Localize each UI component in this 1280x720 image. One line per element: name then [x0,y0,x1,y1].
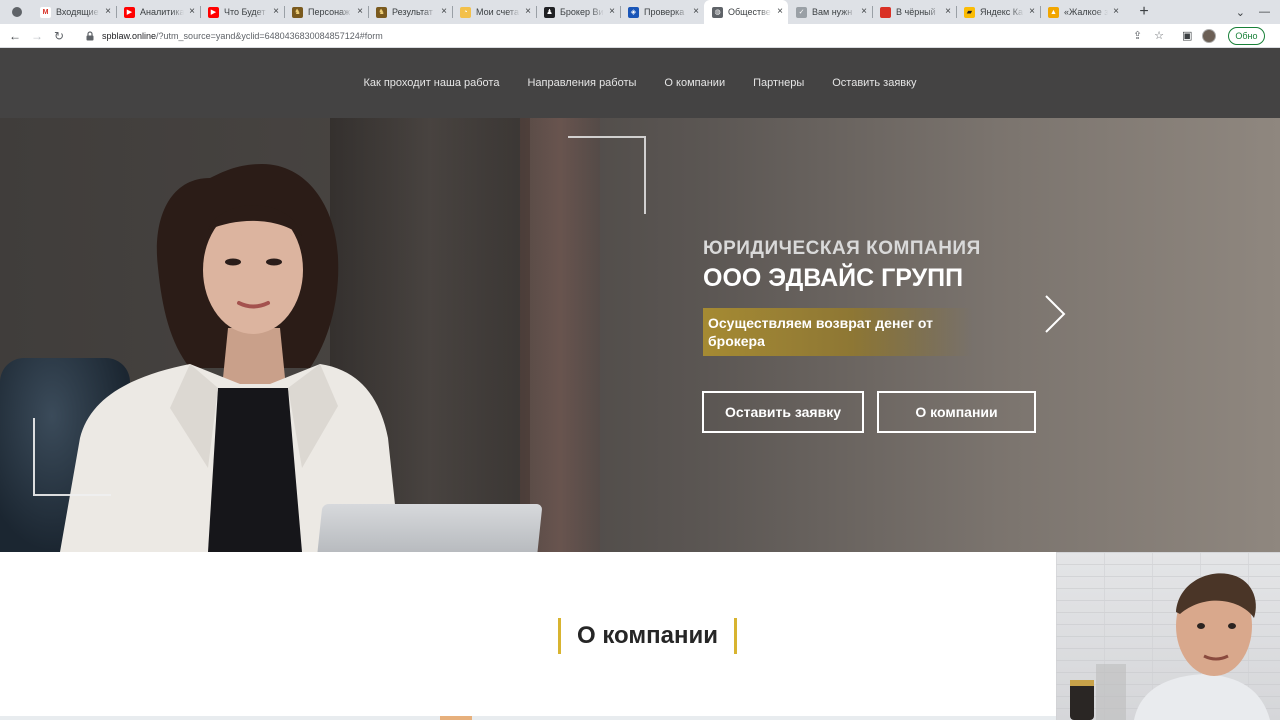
tab-favicon-icon: M [40,6,51,18]
tab-favicon-icon: ◍ [712,6,723,18]
tab-close-icon[interactable]: × [609,6,615,18]
browser-tab[interactable]: ◔ Мои счета × [452,0,536,24]
hero-tagline: Осуществляем возврат денег от брокера [703,308,973,356]
browser-tab[interactable]: ▰ Яндекс Ка × [956,0,1040,24]
site-navigation: Как проходит наша работа Направления раб… [0,48,1280,118]
tab-favicon-icon: ♟ [544,6,555,18]
about-company-button[interactable]: О компании [877,391,1036,433]
tab-title: Вам нужн [812,7,853,17]
tab-title: Входящие [56,7,99,17]
tab-close-icon[interactable]: × [693,6,699,18]
tab-title: Результат [392,7,433,17]
browser-tab[interactable]: M Входящие × [32,0,116,24]
webcam-overlay [1056,552,1280,720]
tab-close-icon[interactable]: × [1029,6,1035,18]
tab-list: M Входящие × ▶ Аналитика × ▶ Что Будет × ♞ Персона… [32,0,1124,24]
tab-favicon-icon: ▲ [1048,6,1059,18]
tab-close-icon[interactable]: × [273,6,279,18]
address-bar[interactable]: spblaw.online/?utm_source=yand&yclid=648… [76,25,1172,46]
tab-close-icon[interactable]: × [777,6,783,18]
reload-button[interactable]: ↻ [48,29,70,43]
tab-close-icon[interactable]: × [441,6,447,18]
tab-close-icon[interactable]: × [105,6,111,18]
share-icon[interactable]: ⇪ [1133,29,1142,42]
presenter-video [1070,573,1270,720]
submit-request-button[interactable]: Оставить заявку [702,391,864,433]
browser-tab-strip: M Входящие × ▶ Аналитика × ▶ Что Будет × ♞ Персона… [0,0,1280,24]
tab-close-icon[interactable]: × [861,6,867,18]
tab-close-icon[interactable]: × [945,6,951,18]
tab-close-icon[interactable]: × [1113,6,1119,18]
section-title: О компании [558,618,737,654]
hero-banner: ЮРИДИЧЕСКАЯ КОМПАНИЯ ООО ЭДВАЙС ГРУПП Ос… [0,118,1280,552]
tab-close-icon[interactable]: × [357,6,363,18]
back-button[interactable]: ← [4,29,26,43]
nav-submit-request[interactable]: Оставить заявку [832,77,916,89]
tab-favicon-icon: ▰ [964,6,975,18]
tab-favicon-icon: ▶ [124,6,135,18]
tab-title: Яндекс Ка [980,7,1024,17]
tab-favicon-icon: ▶ [208,6,219,18]
hero-title: ООО ЭДВАЙС ГРУПП [703,264,964,292]
tab-title: «Жалкое з [1064,7,1108,17]
tab-favicon-icon: ✓ [796,6,807,18]
tab-title: Мои счета [476,7,519,17]
tab-title: Брокер Ви [560,7,604,17]
tab-close-icon[interactable]: × [189,6,195,18]
tab-close-icon[interactable]: × [525,6,531,18]
nav-directions[interactable]: Направления работы [527,77,636,89]
decor-frame-top-right [568,136,646,214]
update-button[interactable]: Обно [1228,26,1265,45]
tab-title: Обществе [728,7,771,17]
tab-favicon-icon [880,6,891,18]
browser-tab[interactable]: ♟ Брокер Ви × [536,0,620,24]
tab-favicon-icon: ◔ [460,6,471,18]
browser-tab[interactable]: ◈ Проверка × [620,0,704,24]
browser-tab[interactable]: ♞ Персонаж × [284,0,368,24]
browser-tab[interactable]: ▶ Что Будет × [200,0,284,24]
window-menu-icon[interactable] [12,7,22,17]
next-section-accent [440,716,472,720]
tab-title: Что Будет [224,7,266,17]
new-tab-button[interactable]: + [1132,3,1156,21]
hero-kicker: ЮРИДИЧЕСКАЯ КОМПАНИЯ [703,238,981,259]
tab-favicon-icon: ♞ [292,6,303,18]
browser-tab[interactable]: ✓ Вам нужн × [788,0,872,24]
profile-avatar[interactable] [1202,28,1217,43]
bookmark-star-icon[interactable]: ☆ [1154,29,1164,42]
forward-button[interactable]: → [26,29,48,43]
nav-partners[interactable]: Партнеры [753,77,804,89]
nav-about[interactable]: О компании [664,77,725,89]
tab-title: Аналитика [140,7,184,17]
minimize-button[interactable]: — [1259,6,1270,18]
browser-tab[interactable]: ♞ Результат × [368,0,452,24]
window-controls: ⌄ — [1235,0,1280,24]
url-path: /?utm_source=yand&yclid=6480436830084857… [156,30,383,41]
lock-icon[interactable] [84,30,96,42]
laptop-image [317,504,543,552]
slider-next-arrow-icon[interactable] [1042,294,1068,334]
decor-frame-bottom-left [33,418,111,496]
tab-title: В чёрный [896,7,936,17]
tab-search-icon[interactable]: ⌄ [1236,6,1245,19]
side-panel-icon[interactable]: ▣ [1182,29,1192,42]
browser-tab[interactable]: ▶ Аналитика × [116,0,200,24]
browser-tab[interactable]: В чёрный × [872,0,956,24]
tab-title: Проверка [644,7,685,17]
browser-toolbar: ← → ↻ spblaw.online/?utm_source=yand&ycl… [0,24,1280,48]
tab-favicon-icon: ♞ [376,6,387,18]
tab-favicon-icon: ◈ [628,6,639,18]
tab-title: Персонаж [308,7,351,17]
browser-tab[interactable]: ▲ «Жалкое з × [1040,0,1124,24]
nav-how-we-work[interactable]: Как проходит наша работа [363,77,499,89]
browser-tab[interactable]: ◍ Обществе × [704,0,788,24]
url-host: spblaw.online [102,30,157,41]
